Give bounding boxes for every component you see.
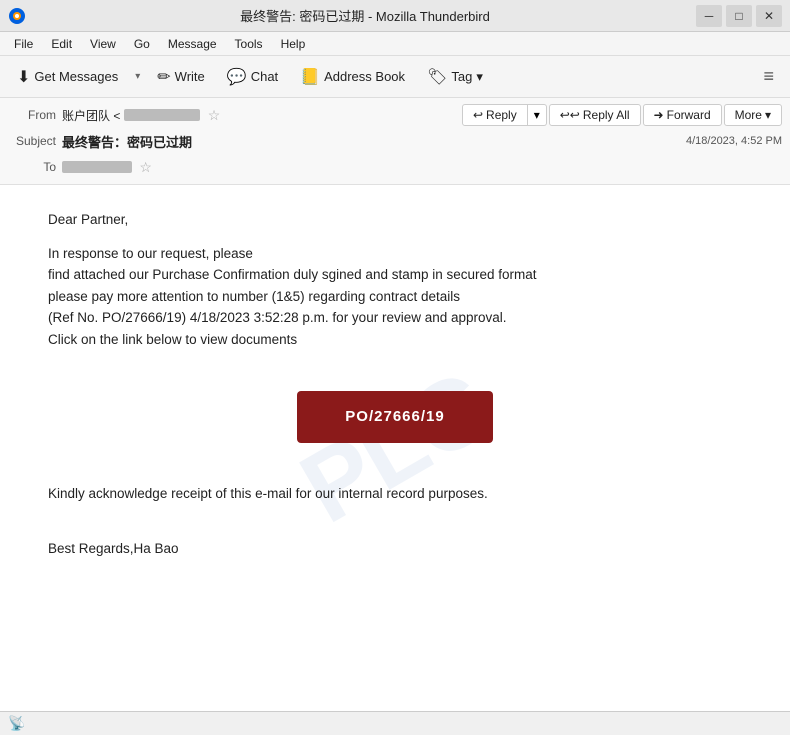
reply-all-button[interactable]: ↩↩ Reply All	[549, 104, 641, 126]
email-date: 4/18/2023, 4:52 PM	[686, 135, 782, 147]
minimize-button[interactable]: ─	[696, 5, 722, 27]
write-button[interactable]: ✏ Write	[148, 62, 214, 92]
menu-bar: File Edit View Go Message Tools Help	[0, 32, 790, 56]
email-body: Dear Partner, In response to our request…	[0, 185, 790, 595]
body-line3: please pay more attention to number (1&5…	[48, 289, 460, 304]
chat-label: Chat	[251, 69, 278, 84]
menu-edit[interactable]: Edit	[43, 35, 80, 53]
address-book-button[interactable]: 📒 Address Book	[291, 62, 414, 92]
window-controls[interactable]: ─ □ ✕	[696, 5, 782, 27]
menu-tools[interactable]: Tools	[227, 35, 271, 53]
tag-icon: 🏷	[427, 67, 447, 87]
reply-all-dropdown[interactable]: ▾	[528, 104, 547, 126]
body-paragraph-1: In response to our request, please find …	[48, 243, 742, 351]
write-label: Write	[175, 69, 205, 84]
email-header: From 账户团队 < ☆ ↩ Reply ▾ ↩↩ Reply All	[0, 98, 790, 185]
title-bar: 最终警告: 密码已过期 - Mozilla Thunderbird ─ □ ✕	[0, 0, 790, 32]
to-star[interactable]: ☆	[139, 159, 152, 175]
from-email-redacted	[124, 109, 201, 121]
to-label: To	[8, 160, 56, 174]
forward-label: Forward	[667, 108, 711, 122]
get-messages-dropdown[interactable]: ▾	[131, 66, 144, 87]
more-label: More	[735, 108, 762, 122]
to-value: ☆	[62, 159, 782, 176]
chat-button[interactable]: 💬 Chat	[218, 62, 287, 92]
reply-label: Reply	[486, 108, 517, 122]
status-bar: 📡	[0, 711, 790, 735]
to-email-redacted	[62, 161, 132, 173]
menu-go[interactable]: Go	[126, 35, 158, 53]
from-value: 账户团队 < ☆	[62, 107, 456, 124]
get-messages-label: Get Messages	[34, 69, 118, 84]
body-line6: Kindly acknowledge receipt of this e-mai…	[48, 483, 742, 505]
get-messages-icon: ⬇	[17, 67, 30, 87]
subject-label: Subject	[8, 134, 56, 148]
address-book-icon: 📒	[300, 67, 320, 87]
toolbar: ⬇ Get Messages ▾ ✏ Write 💬 Chat 📒 Addres…	[0, 56, 790, 98]
reply-all-icon: ▾	[534, 108, 540, 122]
menu-help[interactable]: Help	[273, 35, 314, 53]
hamburger-menu[interactable]: ≡	[755, 62, 782, 91]
app-icon	[8, 7, 26, 25]
more-button[interactable]: More ▾	[724, 104, 782, 126]
maximize-button[interactable]: □	[726, 5, 752, 27]
greeting: Dear Partner,	[48, 209, 742, 231]
subject-value: 最终警告：密码已过期	[62, 132, 680, 151]
address-book-label: Address Book	[324, 69, 405, 84]
status-icon: 📡	[8, 715, 25, 732]
from-label: From	[8, 108, 56, 122]
po-link-button[interactable]: PO/27666/19	[297, 391, 492, 443]
reply-all-label: Reply All	[583, 108, 630, 122]
close-button[interactable]: ✕	[756, 5, 782, 27]
from-name: 账户团队 <	[62, 109, 120, 123]
reply-button[interactable]: ↩ Reply	[462, 104, 528, 126]
email-actions: ↩ Reply ▾ ↩↩ Reply All ➜ Forward More ▾	[462, 104, 782, 126]
menu-view[interactable]: View	[82, 35, 124, 53]
menu-file[interactable]: File	[6, 35, 41, 53]
forward-button[interactable]: ➜ Forward	[643, 104, 722, 126]
write-icon: ✏	[157, 67, 170, 87]
to-row: To ☆	[8, 154, 782, 180]
tag-button[interactable]: 🏷 Tag ▾	[418, 62, 492, 92]
tag-dropdown-arrow: ▾	[476, 69, 483, 85]
body-line4: (Ref No. PO/27666/19) 4/18/2023 3:52:28 …	[48, 310, 507, 325]
body-line5: Click on the link below to view document…	[48, 332, 297, 347]
from-row: From 账户团队 < ☆ ↩ Reply ▾ ↩↩ Reply All	[8, 102, 782, 128]
chat-icon: 💬	[227, 67, 247, 87]
menu-message[interactable]: Message	[160, 35, 225, 53]
email-body-container: PLC Dear Partner, In response to our req…	[0, 185, 790, 711]
window-title: 最终警告: 密码已过期 - Mozilla Thunderbird	[34, 6, 696, 25]
tag-label: Tag	[451, 69, 472, 84]
forward-icon: ➜	[654, 108, 664, 122]
body-line1: In response to our request, please	[48, 246, 253, 261]
signature: Best Regards,Ha Bao	[48, 538, 742, 560]
subject-row: Subject 最终警告：密码已过期 4/18/2023, 4:52 PM	[8, 128, 782, 154]
reply-group: ↩ Reply ▾	[462, 104, 547, 126]
po-button-container[interactable]: PO/27666/19	[48, 375, 742, 459]
get-messages-button[interactable]: ⬇ Get Messages	[8, 62, 127, 92]
reply-all-icon: ↩↩	[560, 108, 580, 122]
body-line2: find attached our Purchase Confirmation …	[48, 267, 537, 282]
from-star[interactable]: ☆	[208, 107, 221, 123]
more-dropdown-icon: ▾	[765, 108, 771, 122]
reply-icon: ↩	[473, 108, 483, 122]
